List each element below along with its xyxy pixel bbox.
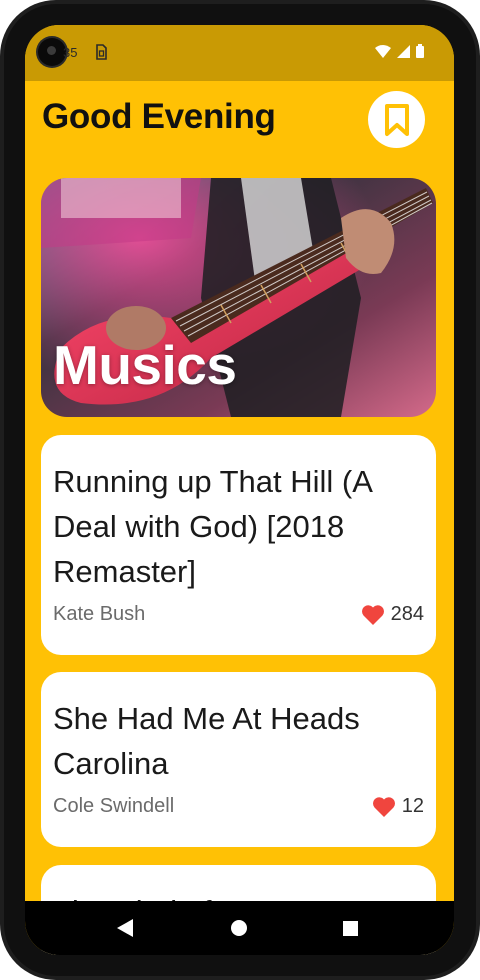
likes: 12: [372, 795, 424, 818]
song-title: Running up That Hill (A Deal with God) […: [53, 464, 372, 589]
back-triangle-icon: [117, 919, 133, 937]
home-button[interactable]: [209, 901, 269, 955]
song-title: She Had Me At Heads Carolina: [53, 701, 360, 781]
song-card[interactable]: Running up That Hill (A Deal with God) […: [41, 435, 436, 655]
home-circle-icon: [231, 920, 247, 936]
heart-icon[interactable]: [361, 604, 385, 626]
music-category-banner[interactable]: Musics: [41, 178, 436, 417]
bookmark-icon: [384, 103, 409, 136]
signal-icon: [397, 44, 410, 58]
status-time: 35: [63, 45, 78, 60]
status-icons: [375, 44, 424, 58]
bookmarks-button[interactable]: [368, 91, 425, 148]
sim-card-icon: [96, 44, 107, 60]
like-count: 12: [401, 795, 424, 817]
status-bar: 35: [25, 25, 454, 81]
song-card[interactable]: She Had Me At Heads Carolina Cole Swinde…: [41, 672, 436, 847]
song-artist: Cole Swindell: [53, 795, 175, 817]
song-artist: Kate Bush: [53, 603, 146, 625]
heart-icon[interactable]: [372, 796, 396, 818]
front-camera: [38, 38, 66, 66]
battery-icon: [416, 44, 424, 58]
banner-label: Musics: [53, 334, 237, 396]
like-count: 284: [390, 603, 424, 625]
recents-square-icon: [342, 920, 358, 936]
app-screen: 35 Good Evening Musics Running up That H…: [25, 25, 454, 955]
wifi-icon: [375, 44, 391, 58]
recents-button[interactable]: [320, 901, 380, 955]
page-title: Good Evening: [42, 97, 276, 136]
system-navigation-bar: [25, 901, 454, 955]
likes: 284: [361, 603, 424, 626]
song-footer: Cole Swindell 12: [53, 795, 424, 818]
song-footer: Kate Bush 284: [53, 603, 424, 626]
back-button[interactable]: [95, 901, 155, 955]
